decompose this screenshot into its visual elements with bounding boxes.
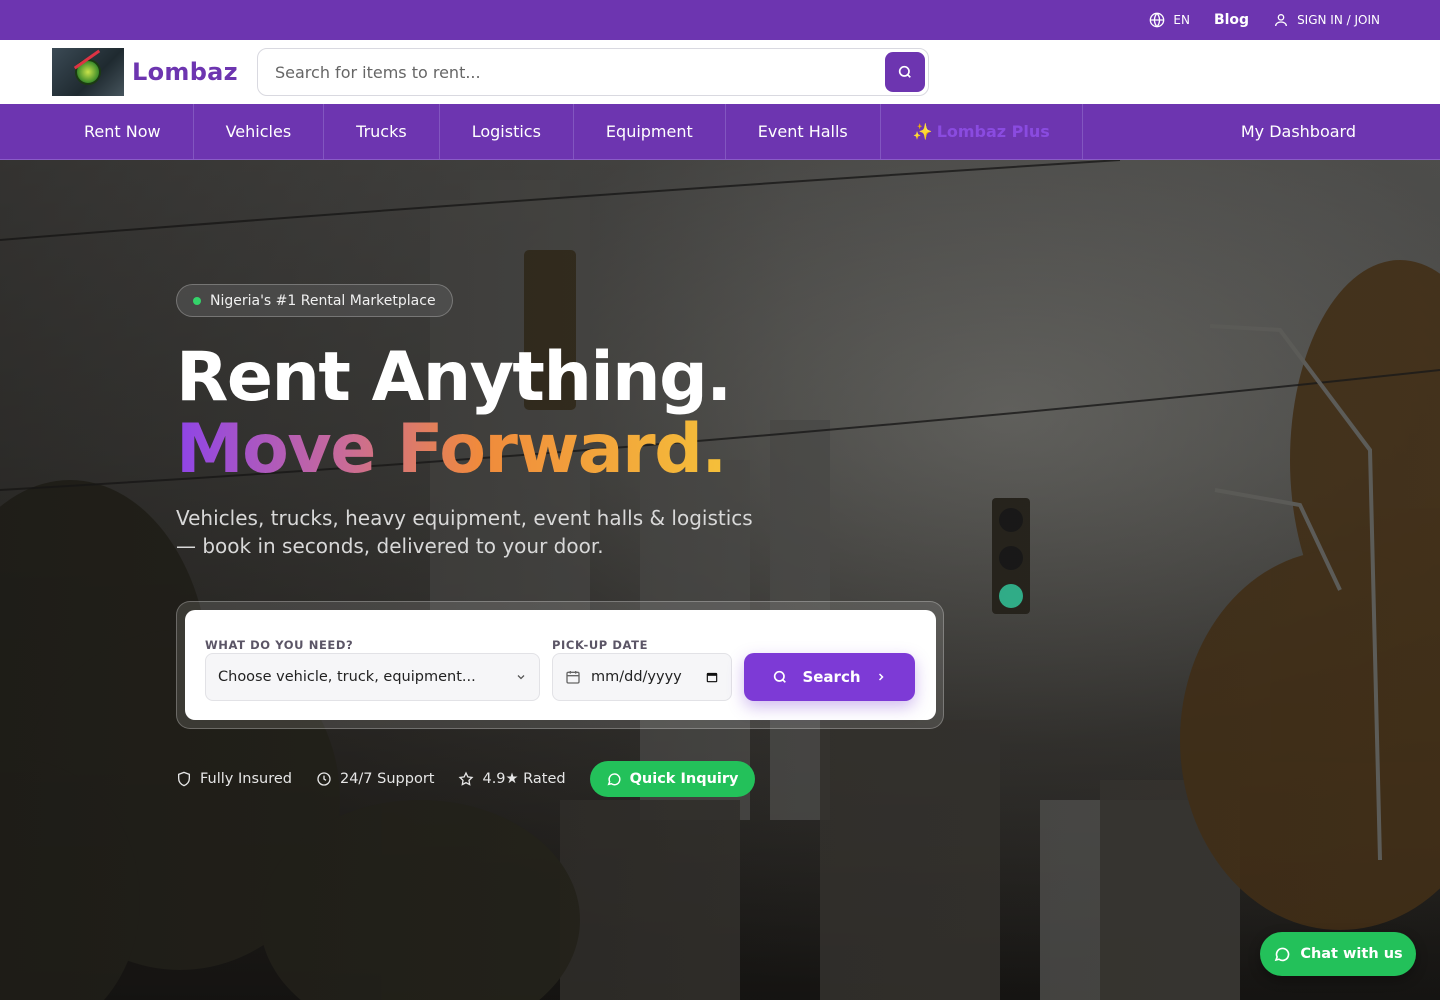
trust-insured: Fully Insured xyxy=(176,771,292,787)
clock-icon xyxy=(317,772,331,786)
hero-section: Nigeria's #1 Rental Marketplace Rent Any… xyxy=(0,160,1440,1000)
date-value: mm/dd/yyyy xyxy=(591,669,682,685)
nav-my-dashboard[interactable]: My Dashboard xyxy=(1209,104,1440,159)
search-input[interactable] xyxy=(275,62,885,82)
search-bar xyxy=(257,48,929,96)
chat-bubble-icon xyxy=(607,773,621,786)
pickup-date-input[interactable]: mm/dd/yyyy xyxy=(552,653,732,701)
nav-lombaz-plus[interactable]: ✨ Lombaz Plus xyxy=(881,104,1083,159)
signin-link[interactable]: SIGN IN / JOIN xyxy=(1273,12,1380,28)
nav-equipment[interactable]: Equipment xyxy=(574,104,726,159)
quick-inquiry-label: Quick Inquiry xyxy=(629,771,739,787)
hero-subtitle: Vehicles, trucks, heavy equipment, event… xyxy=(176,506,753,558)
trust-rated: 4.9★ Rated xyxy=(458,771,566,787)
language-label: EN xyxy=(1173,13,1190,27)
chat-with-us-button[interactable]: Chat with us xyxy=(1260,932,1416,976)
signin-label: SIGN IN / JOIN xyxy=(1297,13,1380,27)
trust-support-label: 24/7 Support xyxy=(339,771,435,787)
top-utility-bar: EN Blog SIGN IN / JOIN xyxy=(0,0,1440,40)
search-submit-button[interactable] xyxy=(885,52,925,92)
shield-icon xyxy=(178,771,190,787)
status-dot-icon xyxy=(193,296,201,305)
blog-link[interactable]: Blog xyxy=(1214,12,1249,28)
booking-form-wrapper: WHAT DO YOU NEED? Choose vehicle, truck,… xyxy=(176,601,944,729)
chevron-down-icon xyxy=(517,675,525,680)
user-icon xyxy=(1275,14,1288,27)
headline-line-1: Rent Anything. xyxy=(176,338,732,417)
main-nav: Rent Now Vehicles Trucks Logistics Equip… xyxy=(0,104,1440,160)
calendar-picker-icon[interactable] xyxy=(705,670,719,684)
badge-text: Nigeria's #1 Rental Marketplace xyxy=(210,292,436,309)
trust-indicators: Fully Insured 24/7 Support 4.9★ Rated Qu… xyxy=(176,761,755,797)
calendar-icon xyxy=(566,671,580,684)
need-label: WHAT DO YOU NEED? xyxy=(205,638,354,652)
marketplace-badge: Nigeria's #1 Rental Marketplace xyxy=(176,284,453,317)
booking-form: WHAT DO YOU NEED? Choose vehicle, truck,… xyxy=(185,610,936,720)
trust-support: 24/7 Support xyxy=(316,771,435,787)
nav-lombaz-plus-label: Lombaz Plus xyxy=(936,122,1050,141)
brand-logo[interactable] xyxy=(52,48,124,96)
nav-trucks[interactable]: Trucks xyxy=(324,104,440,159)
site-header: Lombaz xyxy=(0,40,1440,104)
chat-bubble-icon xyxy=(1274,947,1290,962)
language-selector[interactable]: EN xyxy=(1149,12,1190,28)
search-icon xyxy=(898,65,911,78)
nav-rent-now[interactable]: Rent Now xyxy=(52,104,194,159)
trust-rated-label: 4.9★ Rated xyxy=(482,771,566,787)
item-type-value: Choose vehicle, truck, equipment... xyxy=(218,669,476,685)
brand-name[interactable]: Lombaz xyxy=(132,58,238,86)
star-icon xyxy=(459,771,474,786)
date-label: PICK-UP DATE xyxy=(552,638,649,652)
nav-vehicles[interactable]: Vehicles xyxy=(194,104,325,159)
chevron-right-icon xyxy=(878,673,884,681)
nav-logistics[interactable]: Logistics xyxy=(440,104,574,159)
item-type-select[interactable]: Choose vehicle, truck, equipment... xyxy=(205,653,540,701)
trust-insured-label: Fully Insured xyxy=(200,771,292,787)
chat-label: Chat with us xyxy=(1300,946,1403,962)
search-icon xyxy=(774,670,787,683)
hero-search-button[interactable]: Search xyxy=(744,653,915,701)
globe-icon xyxy=(1150,12,1165,28)
nav-event-halls[interactable]: Event Halls xyxy=(726,104,881,159)
sparkle-icon: ✨ xyxy=(912,122,933,141)
headline-line-2: Move Forward. xyxy=(176,410,727,489)
quick-inquiry-button[interactable]: Quick Inquiry xyxy=(589,761,755,797)
search-button-label: Search xyxy=(802,668,861,686)
